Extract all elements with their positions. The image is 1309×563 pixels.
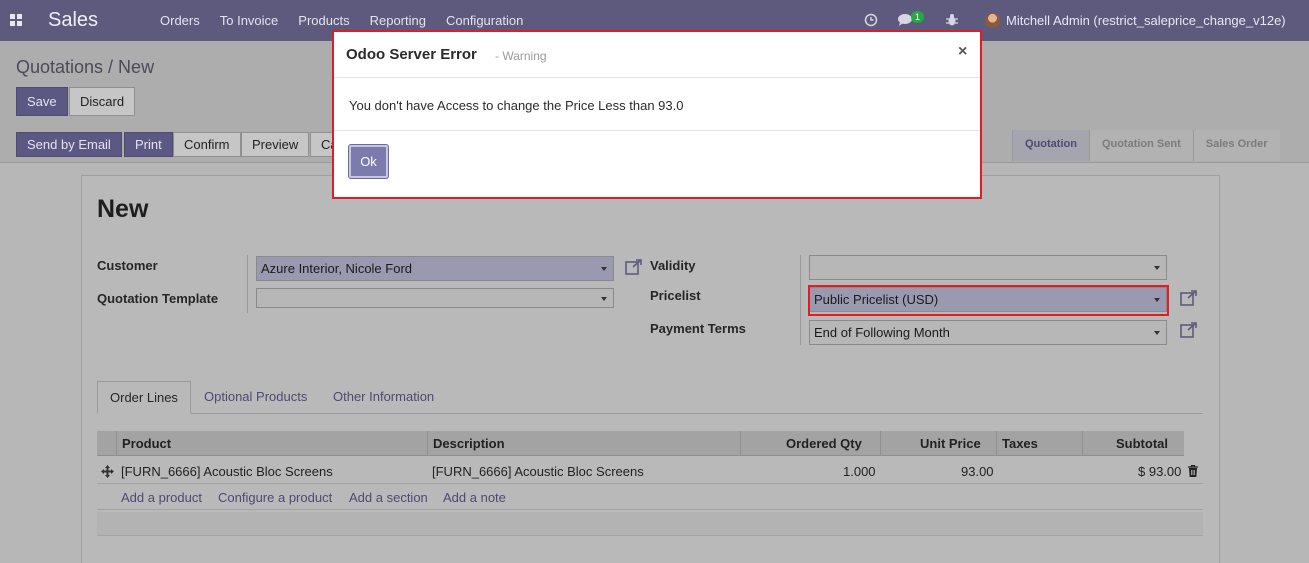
print-button[interactable]: Print — [124, 132, 173, 157]
payment-terms-label: Payment Terms — [650, 321, 746, 336]
notebook-tabs: Order Lines Optional Products Other Info… — [97, 381, 1203, 414]
customer-label: Customer — [97, 258, 158, 273]
external-link-icon[interactable] — [1180, 322, 1198, 338]
payment-terms-value: End of Following Month — [814, 325, 950, 340]
page-title: New — [97, 195, 149, 223]
ok-button[interactable]: Ok — [349, 145, 388, 178]
column-subtotal[interactable]: Subtotal — [1116, 436, 1168, 451]
add-note-link[interactable]: Add a note — [443, 490, 506, 505]
column-divider — [427, 431, 428, 456]
drag-handle-icon[interactable] — [101, 465, 114, 478]
send-by-email-button[interactable]: Send by Email — [16, 132, 122, 157]
dialog-footer: Ok — [334, 130, 980, 197]
column-divider — [880, 431, 881, 456]
quotation-template-field[interactable] — [256, 288, 614, 308]
column-divider — [740, 431, 741, 456]
payment-terms-field[interactable]: End of Following Month — [809, 320, 1167, 345]
row-product[interactable]: [FURN_6666] Acoustic Bloc Screens — [121, 464, 333, 479]
server-error-dialog: Odoo Server Error - Warning × You don't … — [332, 30, 982, 199]
add-product-link[interactable]: Add a product — [121, 490, 202, 505]
clock-icon[interactable] — [864, 13, 878, 27]
pricelist-label: Pricelist — [650, 288, 701, 303]
save-button[interactable]: Save — [16, 87, 68, 116]
status-sales-order[interactable]: Sales Order — [1192, 130, 1280, 161]
user-menu[interactable]: Mitchell Admin (restrict_saleprice_chang… — [1006, 13, 1286, 28]
status-quotation[interactable]: Quotation — [1012, 130, 1089, 161]
breadcrumb[interactable]: Quotations / New — [16, 57, 154, 78]
close-icon[interactable]: × — [958, 43, 967, 61]
status-quotation-sent[interactable]: Quotation Sent — [1088, 130, 1193, 161]
chevron-down-icon — [1154, 331, 1160, 335]
dialog-subtitle: - Warning — [495, 49, 547, 63]
add-section-link[interactable]: Add a section — [349, 490, 428, 505]
avatar[interactable] — [985, 13, 1000, 28]
apps-menu-icon[interactable] — [10, 14, 22, 26]
external-link-icon[interactable] — [625, 259, 643, 275]
status-bar: Quotation Quotation Sent Sales Order — [1012, 130, 1280, 161]
preview-button[interactable]: Preview — [241, 132, 310, 157]
column-ordered-qty[interactable]: Ordered Qty — [786, 436, 862, 451]
column-description[interactable]: Description — [433, 436, 505, 451]
dialog-header: Odoo Server Error - Warning × — [334, 32, 980, 78]
pricelist-highlight — [808, 285, 1169, 316]
chevron-down-icon — [1154, 266, 1160, 270]
row-subtotal: $ 93.00 — [1138, 464, 1182, 479]
tab-order-lines[interactable]: Order Lines — [97, 381, 191, 414]
tab-optional-products[interactable]: Optional Products — [192, 381, 319, 414]
row-ordered-qty[interactable]: 1.000 — [843, 464, 876, 479]
empty-row — [97, 512, 1203, 536]
quotation-template-label: Quotation Template — [97, 291, 219, 306]
divider — [800, 255, 801, 345]
tab-other-information[interactable]: Other Information — [321, 381, 446, 414]
add-line-row: Add a product Configure a product Add a … — [97, 487, 1203, 510]
validity-field[interactable] — [809, 255, 1167, 280]
discard-button[interactable]: Discard — [69, 87, 136, 116]
chevron-down-icon — [601, 267, 607, 271]
column-divider — [996, 431, 997, 456]
menu-to-invoice[interactable]: To Invoice — [220, 13, 279, 28]
main-menu: Orders To Invoice Products Reporting Con… — [160, 13, 543, 28]
menu-orders[interactable]: Orders — [160, 13, 200, 28]
column-divider — [1082, 431, 1083, 456]
bug-icon[interactable] — [945, 13, 959, 27]
row-description[interactable]: [FURN_6666] Acoustic Bloc Screens — [432, 464, 644, 479]
trash-icon[interactable] — [1188, 465, 1198, 477]
row-unit-price[interactable]: 93.00 — [961, 464, 994, 479]
confirm-button[interactable]: Confirm — [173, 132, 241, 157]
app-brand: Sales — [48, 9, 99, 31]
chevron-down-icon — [601, 297, 607, 301]
customer-field[interactable]: Azure Interior, Nicole Ford — [256, 256, 614, 281]
divider — [247, 255, 248, 313]
menu-configuration[interactable]: Configuration — [446, 13, 523, 28]
column-product[interactable]: Product — [122, 436, 171, 451]
table-row[interactable]: [FURN_6666] Acoustic Bloc Screens [FURN_… — [97, 459, 1203, 484]
menu-reporting[interactable]: Reporting — [370, 13, 426, 28]
menu-products[interactable]: Products — [298, 13, 349, 28]
dialog-message: You don't have Access to change the Pric… — [349, 98, 684, 113]
configure-product-link[interactable]: Configure a product — [218, 490, 332, 505]
validity-label: Validity — [650, 258, 696, 273]
column-unit-price[interactable]: Unit Price — [920, 436, 981, 451]
column-taxes[interactable]: Taxes — [1002, 436, 1038, 451]
customer-value: Azure Interior, Nicole Ford — [261, 261, 413, 276]
message-count-badge: 1 — [911, 11, 925, 23]
table-header: Product Description Ordered Qty Unit Pri… — [97, 431, 1184, 456]
external-link-icon[interactable] — [1180, 290, 1198, 306]
dialog-title: Odoo Server Error — [346, 46, 477, 63]
column-divider — [116, 431, 117, 456]
